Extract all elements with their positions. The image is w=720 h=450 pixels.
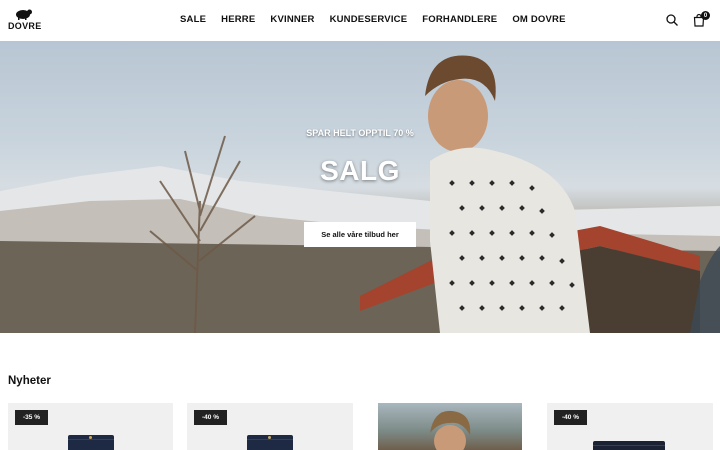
hero-banner[interactable]: SPAR HELT OPPTIL 70 % SALG Se alle våre … [0, 41, 720, 333]
product-card[interactable]: -40 % [547, 403, 713, 450]
main-nav: SALE HERRE KVINNER KUNDESERVICE FORHANDL… [180, 14, 581, 25]
nav-item-om-dovre[interactable]: OM DOVRE [512, 14, 565, 25]
product-card[interactable]: -35 % [8, 403, 173, 450]
hero-eyebrow: SPAR HELT OPPTIL 70 % [306, 128, 414, 138]
product-image [593, 441, 665, 450]
nav-item-kundeservice[interactable]: KUNDESERVICE [330, 14, 408, 25]
nav-item-sale[interactable]: SALE [180, 14, 206, 25]
product-image [68, 435, 114, 450]
section-title-nyheter: Nyheter [8, 375, 51, 387]
discount-badge: -40 % [554, 410, 587, 425]
nav-item-forhandlere[interactable]: FORHANDLERE [422, 14, 497, 25]
hero-cta-button[interactable]: Se alle våre tilbud her [304, 222, 416, 247]
site-header: DOVRE SALE HERRE KVINNER KUNDESERVICE FO… [0, 0, 720, 41]
hero-title: SALG [320, 155, 400, 186]
brand-logo[interactable]: DOVRE [8, 8, 42, 32]
discount-badge: -35 % [15, 410, 48, 425]
hero-background-image [0, 55, 720, 333]
discount-badge: -40 % [194, 410, 227, 425]
product-card[interactable] [378, 403, 522, 450]
search-icon[interactable] [665, 13, 679, 27]
product-image [430, 410, 471, 450]
cart-count-badge: 0 [701, 11, 710, 20]
nav-item-kvinner[interactable]: KVINNER [270, 14, 314, 25]
product-image [247, 435, 293, 450]
sheep-logo-icon [16, 9, 32, 20]
nav-item-herre[interactable]: HERRE [221, 14, 255, 25]
brand-name: DOVRE [8, 21, 42, 31]
product-card[interactable]: -40 % [187, 403, 353, 450]
